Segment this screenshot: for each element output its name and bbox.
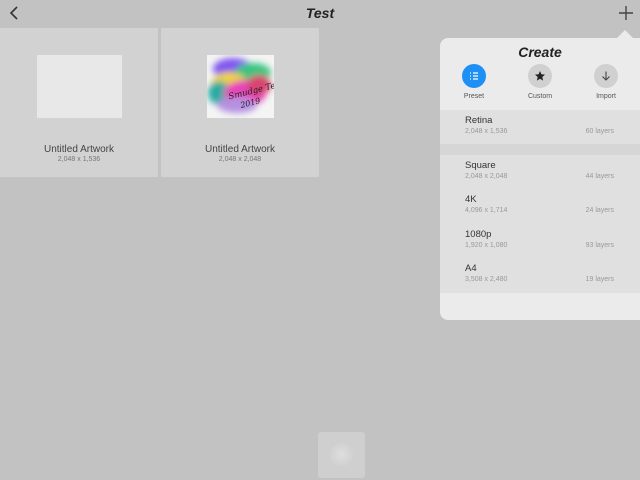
preset-row-4k[interactable]: 4K 4,096 x 1,714 24 layers (440, 189, 640, 223)
recent-canvas-section: Retina 2,048 x 1,536 60 layers (440, 110, 640, 144)
tab-custom[interactable]: Custom (510, 64, 570, 104)
preset-dimensions: 3,508 x 2,480 (465, 276, 508, 283)
list-icon (462, 64, 486, 88)
preset-layer-count: 24 layers (585, 207, 614, 214)
bottom-tool-button[interactable] (318, 432, 365, 478)
preset-name: Retina (465, 115, 493, 126)
smudge-painting-image: Smudge Test 2019 (207, 55, 274, 118)
artwork-name: Untitled Artwork (204, 144, 276, 155)
artwork-size: 2,048 x 2,048 (218, 156, 262, 163)
tab-custom-label: Custom (527, 93, 553, 100)
artwork-size: 2,048 x 1,536 (57, 156, 101, 163)
preset-name: 1080p (465, 229, 492, 240)
artwork-name: Untitled Artwork (43, 144, 115, 155)
preset-row-retina[interactable]: Retina 2,048 x 1,536 60 layers (440, 110, 640, 144)
preset-dimensions: 2,048 x 1,536 (465, 128, 508, 135)
preset-row-square[interactable]: Square 2,048 x 2,048 44 layers (440, 155, 640, 189)
tab-import-label: Import (596, 93, 616, 100)
star-icon (528, 64, 552, 88)
popover-title: Create (518, 44, 562, 60)
preset-layer-count: 44 layers (585, 173, 614, 180)
artwork-thumbnail (37, 55, 122, 118)
tab-preset-label: Preset (463, 93, 485, 100)
preset-layer-count: 60 layers (585, 128, 614, 135)
tab-preset[interactable]: Preset (444, 64, 504, 104)
section-divider (440, 144, 640, 155)
preset-name: Square (465, 160, 496, 171)
preset-dimensions: 1,920 x 1,080 (465, 242, 508, 249)
preset-row-a4[interactable]: A4 3,508 x 2,480 19 layers (440, 258, 640, 292)
page-title: Test (305, 5, 335, 21)
preset-row-1080p[interactable]: 1080p 1,920 x 1,080 93 layers (440, 224, 640, 258)
tab-import[interactable]: Import (576, 64, 636, 104)
add-canvas-plus-icon[interactable] (616, 3, 636, 23)
popover-arrow (617, 30, 633, 38)
preset-layer-count: 93 layers (585, 242, 614, 249)
preset-name: 4K (465, 194, 477, 205)
preset-name: A4 (465, 263, 477, 274)
create-popover: Create Preset Custom Import Retina 2,048… (440, 38, 640, 320)
preset-layer-count: 19 layers (585, 276, 614, 283)
preset-dimensions: 2,048 x 2,048 (465, 173, 508, 180)
round-brush-icon (330, 443, 353, 466)
top-bar: Test (0, 0, 640, 26)
artwork-tile[interactable]: Smudge Test 2019 Untitled Artwork 2,048 … (161, 28, 319, 177)
artwork-tile[interactable]: Untitled Artwork 2,048 x 1,536 (0, 28, 158, 177)
preset-list: Square 2,048 x 2,048 44 layers 4K 4,096 … (440, 155, 640, 293)
artwork-thumbnail: Smudge Test 2019 (207, 55, 274, 118)
preset-dimensions: 4,096 x 1,714 (465, 207, 508, 214)
download-arrow-icon (594, 64, 618, 88)
